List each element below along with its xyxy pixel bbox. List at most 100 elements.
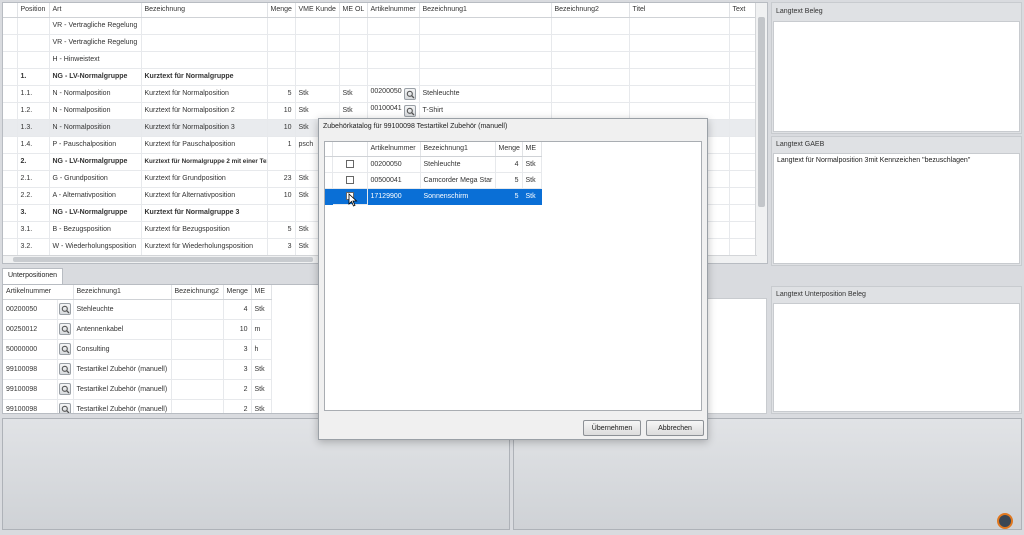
sub-cell-bezeichnung1[interactable]: Testartikel Zubehör (manuell) (73, 359, 172, 380)
row-indicator[interactable] (3, 221, 18, 239)
sub-cell-menge[interactable]: 4 (223, 299, 252, 320)
col-titel[interactable]: Titel (629, 3, 730, 18)
cell-bezeichnung[interactable]: Kurztext für Normalposition 3 (141, 119, 268, 137)
cell-artikelnummer[interactable] (367, 34, 420, 52)
dialog-cell-bezeichnung1[interactable]: Camcorder Mega Star (420, 172, 496, 189)
cell-artikelnummer[interactable] (367, 51, 420, 69)
cell-vme-kunde[interactable] (295, 68, 340, 86)
cell-bezeichnung[interactable]: Kurztext für Normalposition (141, 85, 268, 103)
cell-menge[interactable]: 10 (267, 119, 296, 137)
cell-menge[interactable]: 5 (267, 221, 296, 239)
cell-bezeichnung2[interactable] (551, 102, 630, 120)
uebernehmen-button[interactable]: Übernehmen (583, 420, 641, 436)
cell-text[interactable] (729, 102, 756, 120)
sub-cell-artikelnummer[interactable]: 99100098 (3, 399, 58, 413)
cell-bezeichnung[interactable]: Kurztext für Alternativposition (141, 187, 268, 205)
sub-cell-search[interactable] (57, 339, 74, 360)
cell-bezeichnung[interactable]: Kurztext für Grundposition (141, 170, 268, 188)
cell-bezeichnung1[interactable] (419, 51, 552, 69)
sub-cell-bezeichnung1[interactable]: Testartikel Zubehör (manuell) (73, 379, 172, 400)
search-icon[interactable] (58, 383, 71, 395)
cell-bezeichnung1[interactable]: T-Shirt (419, 102, 552, 120)
sub-col-me[interactable]: ME (251, 285, 272, 300)
cell-art[interactable]: N - Normalposition (49, 85, 142, 103)
cell-bezeichnung2[interactable] (551, 68, 630, 86)
dialog-col-menge[interactable]: Menge (495, 142, 523, 157)
row-indicator[interactable] (3, 102, 18, 120)
dialog-grid-row[interactable]: 00200050 Stehleuchte 4 Stk (325, 156, 542, 173)
cell-vme-kunde[interactable]: Stk (295, 85, 340, 103)
cell-text[interactable] (729, 119, 756, 137)
main-grid-row[interactable]: VR - Vertragliche Regelung (3, 34, 756, 52)
cell-bezeichnung[interactable]: Kurztext für Normalgruppe 2 mit einer Te… (141, 153, 268, 171)
main-grid-scroll-thumb[interactable] (758, 17, 765, 207)
sub-col-menge[interactable]: Menge (223, 285, 252, 300)
cell-artikelnummer[interactable] (367, 68, 420, 86)
cell-bezeichnung1[interactable] (419, 34, 552, 52)
cell-me-ol[interactable]: Stk (339, 85, 368, 103)
sub-col-artikelnummer[interactable]: Artikelnummer (3, 285, 74, 300)
sub-grid-row[interactable]: 50000000 Consulting 3 h (3, 339, 272, 360)
cell-position[interactable] (17, 34, 50, 52)
cell-text[interactable] (729, 51, 756, 69)
cell-menge[interactable]: 1 (267, 136, 296, 154)
cell-artikelnummer[interactable] (367, 17, 420, 35)
sub-grid-row[interactable]: 99100098 Testartikel Zubehör (manuell) 3 St… (3, 359, 272, 380)
sub-col-bezeichnung1[interactable]: Bezeichnung1 (73, 285, 172, 300)
row-indicator[interactable] (3, 34, 18, 52)
dialog-cell-checkbox[interactable] (332, 156, 368, 173)
col-bezeichnung[interactable]: Bezeichnung (141, 3, 268, 18)
cell-vme-kunde[interactable] (295, 17, 340, 35)
cell-text[interactable] (729, 136, 756, 154)
cell-art[interactable]: P - Pauschalposition (49, 136, 142, 154)
cell-me-ol[interactable] (339, 68, 368, 86)
cell-bezeichnung[interactable]: Kurztext für Normalgruppe 3 (141, 204, 268, 222)
cell-menge[interactable]: 10 (267, 102, 296, 120)
dialog-cell-checkbox[interactable] (332, 172, 368, 189)
cell-bezeichnung[interactable]: Kurztext für Normalgruppe (141, 68, 268, 86)
cell-art[interactable]: W - Wiederholungsposition (49, 238, 142, 256)
checkbox-icon[interactable] (345, 160, 354, 168)
col-bezeichnung2[interactable]: Bezeichnung2 (551, 3, 630, 18)
cell-text[interactable] (729, 170, 756, 188)
search-icon[interactable] (403, 104, 416, 117)
sub-cell-bezeichnung1[interactable]: Testartikel Zubehör (manuell) (73, 399, 172, 413)
cell-text[interactable] (729, 68, 756, 86)
sub-cell-bezeichnung1[interactable]: Stehleuchte (73, 299, 172, 320)
cell-bezeichnung2[interactable] (551, 51, 630, 69)
cell-titel[interactable] (629, 68, 730, 86)
sub-cell-search[interactable] (57, 319, 74, 340)
cell-bezeichnung[interactable]: Kurztext für Wiederholungsposition (141, 238, 268, 256)
sub-cell-artikelnummer[interactable]: 00250012 (3, 319, 58, 340)
sub-cell-bezeichnung2[interactable] (171, 399, 224, 413)
sub-cell-bezeichnung2[interactable] (171, 319, 224, 340)
cell-menge[interactable] (267, 204, 296, 222)
col-art[interactable]: Art (49, 3, 142, 18)
cell-menge[interactable] (267, 34, 296, 52)
cell-art[interactable]: H - Hinweistext (49, 51, 142, 69)
cell-text[interactable] (729, 238, 756, 256)
langtext-beleg-text[interactable] (773, 21, 1020, 132)
cell-art[interactable]: G - Grundposition (49, 170, 142, 188)
sub-cell-bezeichnung2[interactable] (171, 379, 224, 400)
cell-me-ol[interactable] (339, 34, 368, 52)
cell-vme-kunde[interactable] (295, 51, 340, 69)
cell-art[interactable]: VR - Vertragliche Regelung (49, 17, 142, 35)
abbrechen-button[interactable]: Abbrechen (646, 420, 704, 436)
cell-position[interactable]: 2.1. (17, 170, 50, 188)
cell-me-ol[interactable] (339, 17, 368, 35)
cell-position[interactable]: 3.1. (17, 221, 50, 239)
dialog-cell-menge[interactable]: 4 (495, 156, 523, 173)
row-indicator[interactable] (3, 136, 18, 154)
search-icon[interactable] (58, 343, 71, 355)
cell-text[interactable] (729, 221, 756, 239)
col-artikelnummer[interactable]: Artikelnummer (367, 3, 420, 18)
cell-menge[interactable] (267, 153, 296, 171)
main-grid-row[interactable]: 1. NG - LV-Normalgruppe Kurztext für Norma… (3, 68, 756, 86)
cell-bezeichnung2[interactable] (551, 85, 630, 103)
sub-cell-bezeichnung1[interactable]: Consulting (73, 339, 172, 360)
cell-menge[interactable]: 23 (267, 170, 296, 188)
cell-position[interactable]: 3. (17, 204, 50, 222)
col-bezeichnung1[interactable]: Bezeichnung1 (419, 3, 552, 18)
cell-artikelnummer[interactable]: 00200050 (367, 85, 420, 103)
